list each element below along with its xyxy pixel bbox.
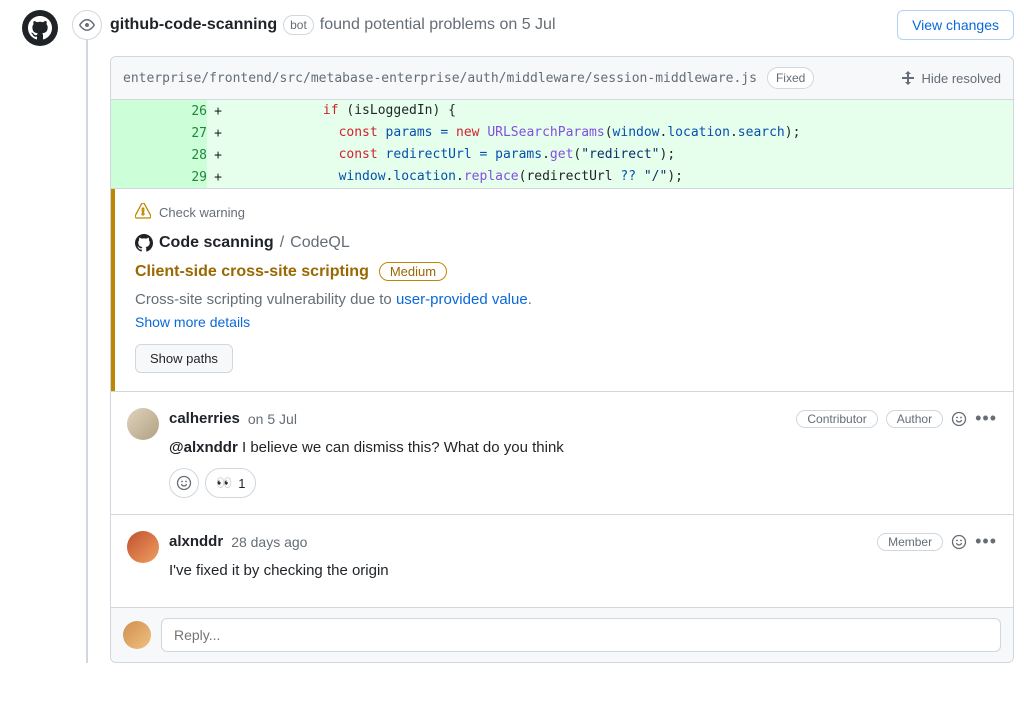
comment-text: @alxnddr I believe we can dismiss this? … [169, 439, 997, 456]
vuln-description: Cross-site scripting vulnerability due t… [135, 291, 993, 308]
vuln-title[interactable]: Client-side cross-site scripting [135, 263, 369, 281]
severity-badge: Medium [379, 262, 447, 281]
bot-badge: bot [283, 15, 314, 35]
avatar[interactable] [127, 531, 159, 563]
warning-icon [135, 203, 151, 222]
diff-table: 26+ if (isLoggedIn) {27+ const params = … [111, 100, 1013, 188]
diff-row: 26+ if (isLoggedIn) { [111, 100, 1013, 122]
diff-row: 28+ const redirectUrl = params.get("redi… [111, 144, 1013, 166]
fixed-badge: Fixed [767, 67, 814, 89]
review-author[interactable]: github-code-scanning [110, 16, 277, 34]
diff-marker: + [207, 144, 229, 166]
reply-input[interactable] [161, 618, 1001, 652]
avatar[interactable] [123, 621, 151, 649]
line-number: 28 [159, 144, 207, 166]
comment-timestamp[interactable]: on 5 Jul [248, 411, 297, 427]
role-badge: Member [877, 533, 943, 551]
slash: / [280, 234, 284, 252]
file-header: enterprise/frontend/src/metabase-enterpr… [111, 57, 1013, 100]
show-paths-button[interactable]: Show paths [135, 344, 233, 373]
role-badge: Contributor [796, 410, 877, 428]
diff-marker: + [207, 122, 229, 144]
file-path[interactable]: enterprise/frontend/src/metabase-enterpr… [123, 71, 757, 86]
diff-marker: + [207, 100, 229, 122]
check-warning-label: Check warning [159, 205, 245, 220]
user-provided-value-link[interactable]: user-provided value [396, 291, 528, 308]
line-blank [111, 144, 159, 166]
line-number: 27 [159, 122, 207, 144]
code-line: const redirectUrl = params.get("redirect… [229, 144, 1013, 166]
code-scanning-alert: Check warning Code scanning / CodeQL Cli… [111, 188, 1013, 391]
github-mark-icon[interactable] [22, 10, 58, 46]
line-blank [111, 166, 159, 188]
github-icon [135, 234, 153, 252]
review-container: enterprise/frontend/src/metabase-enterpr… [110, 56, 1014, 663]
line-blank [111, 122, 159, 144]
show-more-details-link[interactable]: Show more details [135, 314, 250, 330]
timeline-line [86, 10, 88, 663]
comment: alxnddr 28 days ago Member ••• I've fixe… [111, 514, 1013, 607]
unfold-icon [900, 70, 916, 86]
add-reaction-button[interactable] [169, 468, 199, 498]
comment-author[interactable]: alxnddr [169, 533, 223, 550]
line-blank [111, 100, 159, 122]
code-line: window.location.replace(redirectUrl ?? "… [229, 166, 1013, 188]
comment-author[interactable]: calherries [169, 410, 240, 427]
comment-timestamp[interactable]: 28 days ago [231, 534, 307, 550]
diff-row: 27+ const params = new URLSearchParams(w… [111, 122, 1013, 144]
line-number: 29 [159, 166, 207, 188]
comment-text: I've fixed it by checking the origin [169, 562, 997, 579]
role-badge: Author [886, 410, 943, 428]
hide-resolved-label: Hide resolved [922, 71, 1002, 86]
add-reaction-button[interactable] [951, 534, 967, 550]
kebab-menu[interactable]: ••• [975, 408, 997, 429]
diff-marker: + [207, 166, 229, 188]
code-line: const params = new URLSearchParams(windo… [229, 122, 1013, 144]
review-badge-icon [72, 10, 102, 40]
avatar[interactable] [127, 408, 159, 440]
line-number: 26 [159, 100, 207, 122]
reaction-count: 1 [238, 476, 245, 491]
hide-resolved-button[interactable]: Hide resolved [900, 70, 1002, 86]
review-action-text: found potential problems on 5 Jul [320, 16, 556, 34]
kebab-menu[interactable]: ••• [975, 531, 997, 552]
comment: calherries on 5 Jul Contributor Author •… [111, 391, 1013, 514]
diff-row: 29+ window.location.replace(redirectUrl … [111, 166, 1013, 188]
view-changes-button[interactable]: View changes [897, 10, 1014, 40]
reaction-eyes[interactable]: 👀 1 [205, 468, 256, 498]
reaction-emoji: 👀 [216, 475, 232, 491]
scanner-tool: CodeQL [290, 234, 350, 252]
reply-row [111, 607, 1013, 662]
add-reaction-button[interactable] [951, 411, 967, 427]
mention[interactable]: @alxnddr [169, 439, 238, 456]
code-line: if (isLoggedIn) { [229, 100, 1013, 122]
scanner-label: Code scanning [159, 234, 274, 252]
